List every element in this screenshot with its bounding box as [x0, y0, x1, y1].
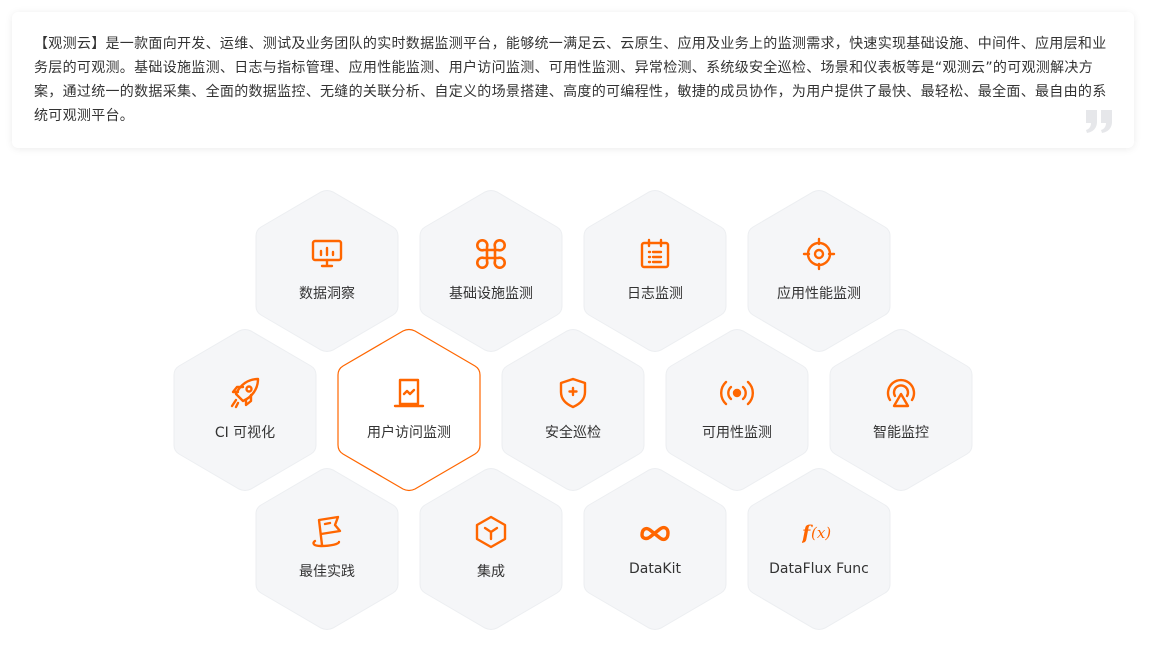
- quote-icon: [1086, 110, 1112, 133]
- hex-label: CI 可视化: [214, 425, 276, 441]
- svg-text:(x): (x): [811, 524, 831, 542]
- hex-label: DataFlux Func: [769, 561, 869, 577]
- hex-label: 集成: [477, 564, 505, 580]
- hex-label: 数据洞察: [299, 286, 355, 302]
- hex-label: DataKit: [629, 561, 681, 577]
- broadcast-icon: [720, 380, 754, 406]
- datakit-logo-icon: [640, 525, 670, 542]
- shield-plus-icon: [559, 377, 587, 409]
- cube-icon: [475, 515, 507, 549]
- flag-icon: [312, 515, 342, 548]
- command-icon: [476, 239, 506, 269]
- function-icon: f (x): [802, 522, 831, 544]
- hex-integration[interactable]: 集成: [419, 467, 563, 631]
- hex-label: 安全巡检: [545, 425, 601, 441]
- rocket-icon: [230, 377, 260, 409]
- hex-label: 最佳实践: [299, 564, 355, 580]
- crosshair-icon: [802, 237, 836, 271]
- hex-best-practice[interactable]: 最佳实践: [255, 467, 399, 631]
- calendar-list-icon: [640, 238, 670, 269]
- hex-label: 智能监控: [873, 425, 929, 441]
- hex-label: 应用性能监测: [777, 286, 861, 302]
- monitor-chart-icon: [311, 239, 343, 268]
- hex-label: 用户访问监测: [367, 425, 451, 441]
- hex-label: 基础设施监测: [449, 286, 533, 302]
- hex-dataflux-func[interactable]: f (x) DataFlux Func: [747, 467, 891, 631]
- radar-icon: [886, 378, 916, 408]
- document-pulse-icon: [393, 378, 425, 408]
- intro-text: 【观测云】是一款面向开发、运维、测试及业务团队的实时数据监测平台，能够统一满足云…: [34, 36, 1107, 124]
- hex-label: 日志监测: [627, 286, 683, 302]
- hex-label: 可用性监测: [702, 425, 772, 441]
- hex-datakit[interactable]: DataKit: [583, 467, 727, 631]
- intro-card: 【观测云】是一款面向开发、运维、测试及业务团队的实时数据监测平台，能够统一满足云…: [12, 12, 1134, 148]
